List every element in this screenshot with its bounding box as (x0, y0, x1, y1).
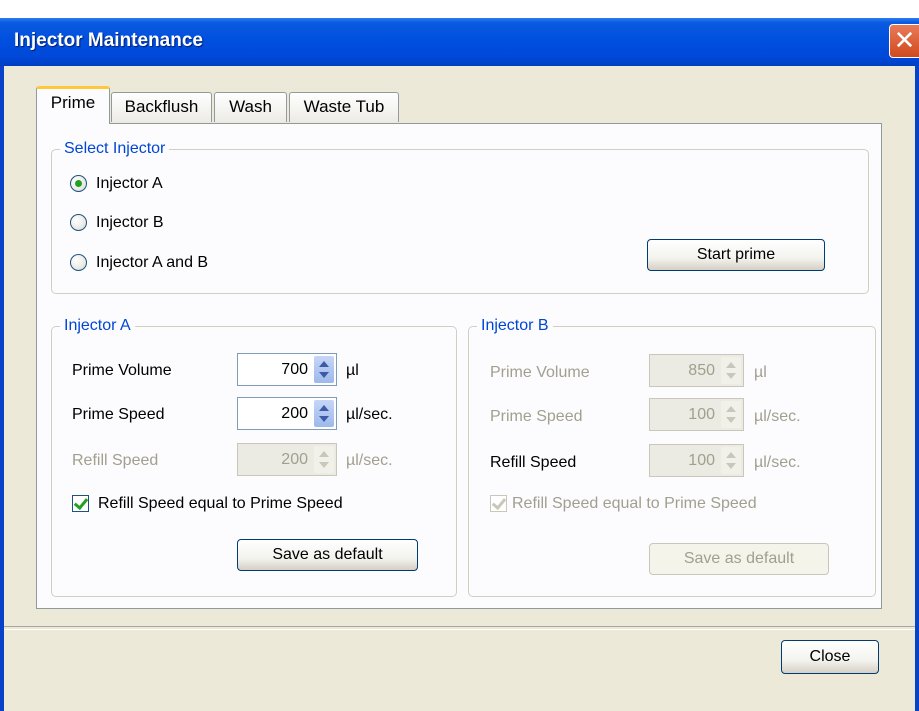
chevron-up-icon (726, 452, 736, 458)
prime-volume-spinner-a[interactable]: 700 (237, 353, 337, 386)
chevron-down-icon[interactable] (319, 372, 329, 378)
close-button[interactable]: Close (781, 640, 879, 674)
chevron-down-icon[interactable] (319, 416, 329, 422)
save-default-button-b: Save as default (649, 543, 829, 575)
refill-speed-label: Refill Speed (490, 454, 577, 471)
chevron-down-icon (319, 462, 329, 468)
radio-unselected-icon (70, 214, 87, 231)
refill-equal-label-a: Refill Speed equal to Prime Speed (98, 495, 343, 512)
radio-injector-a-and-b-label: Injector A and B (96, 254, 209, 271)
checkmark-icon (73, 494, 89, 511)
injector-a-group: Injector A Prime Volume 700 µl Prime Spe… (51, 316, 457, 597)
tab-panel-prime: Select Injector Injector A Injector B In… (36, 123, 882, 609)
save-default-button-a[interactable]: Save as default (237, 539, 418, 571)
refill-speed-value: 100 (688, 452, 715, 469)
start-prime-button[interactable]: Start prime (647, 239, 825, 271)
footer-divider (4, 626, 915, 630)
refill-equal-checkbox-a[interactable] (72, 494, 89, 512)
radio-selected-icon (70, 175, 87, 192)
radio-unselected-icon (70, 254, 87, 271)
tab-waste-tub[interactable]: Waste Tub (289, 92, 399, 122)
prime-speed-value: 200 (281, 405, 308, 422)
chevron-down-icon (726, 463, 736, 469)
prime-speed-unit: µl/sec. (346, 406, 393, 423)
chevron-up-icon[interactable] (319, 361, 329, 367)
refill-speed-value: 200 (281, 451, 308, 468)
tab-backflush[interactable]: Backflush (111, 92, 212, 122)
refill-speed-spinner-a: 200 (237, 443, 337, 476)
chevron-down-icon (726, 417, 736, 423)
prime-volume-unit: µl (346, 362, 359, 379)
radio-injector-a-label: Injector A (96, 175, 163, 192)
refill-equal-checkbox-b (490, 494, 507, 512)
tab-prime[interactable]: Prime (36, 86, 110, 124)
radio-injector-b-label: Injector B (96, 214, 164, 231)
prime-volume-label: Prime Volume (490, 364, 590, 381)
prime-speed-spinner-a[interactable]: 200 (237, 397, 337, 430)
close-icon[interactable]: ✕ (889, 24, 919, 58)
refill-speed-spinner-b: 100 (649, 444, 744, 477)
select-injector-group: Select Injector Injector A Injector B In… (51, 139, 869, 294)
prime-speed-spinner-b: 100 (649, 398, 744, 431)
chevron-down-icon (726, 373, 736, 379)
select-injector-legend: Select Injector (60, 139, 170, 159)
prime-speed-label: Prime Speed (490, 408, 583, 425)
checkmark-icon (491, 494, 507, 511)
chevron-up-icon (726, 362, 736, 368)
prime-volume-spinner-b: 850 (649, 354, 744, 387)
refill-speed-unit: µl/sec. (754, 454, 801, 471)
refill-speed-label: Refill Speed (72, 452, 159, 469)
prime-volume-value: 850 (688, 362, 715, 379)
prime-speed-unit: µl/sec. (754, 408, 801, 425)
injector-b-legend: Injector B (477, 316, 553, 336)
injector-a-legend: Injector A (60, 316, 135, 336)
prime-volume-unit: µl (754, 364, 767, 381)
refill-equal-label-b: Refill Speed equal to Prime Speed (512, 495, 757, 512)
injector-b-group: Injector B Prime Volume 850 µl Prime Spe… (468, 316, 876, 597)
window-title: Injector Maintenance (14, 30, 203, 51)
tab-wash[interactable]: Wash (214, 92, 287, 122)
prime-speed-label: Prime Speed (72, 406, 165, 423)
prime-volume-label: Prime Volume (72, 362, 172, 379)
chevron-up-icon (319, 451, 329, 457)
refill-speed-unit: µl/sec. (346, 452, 393, 469)
chevron-up-icon[interactable] (319, 405, 329, 411)
chevron-up-icon (726, 406, 736, 412)
prime-speed-value: 100 (688, 406, 715, 423)
prime-volume-value: 700 (281, 361, 308, 378)
